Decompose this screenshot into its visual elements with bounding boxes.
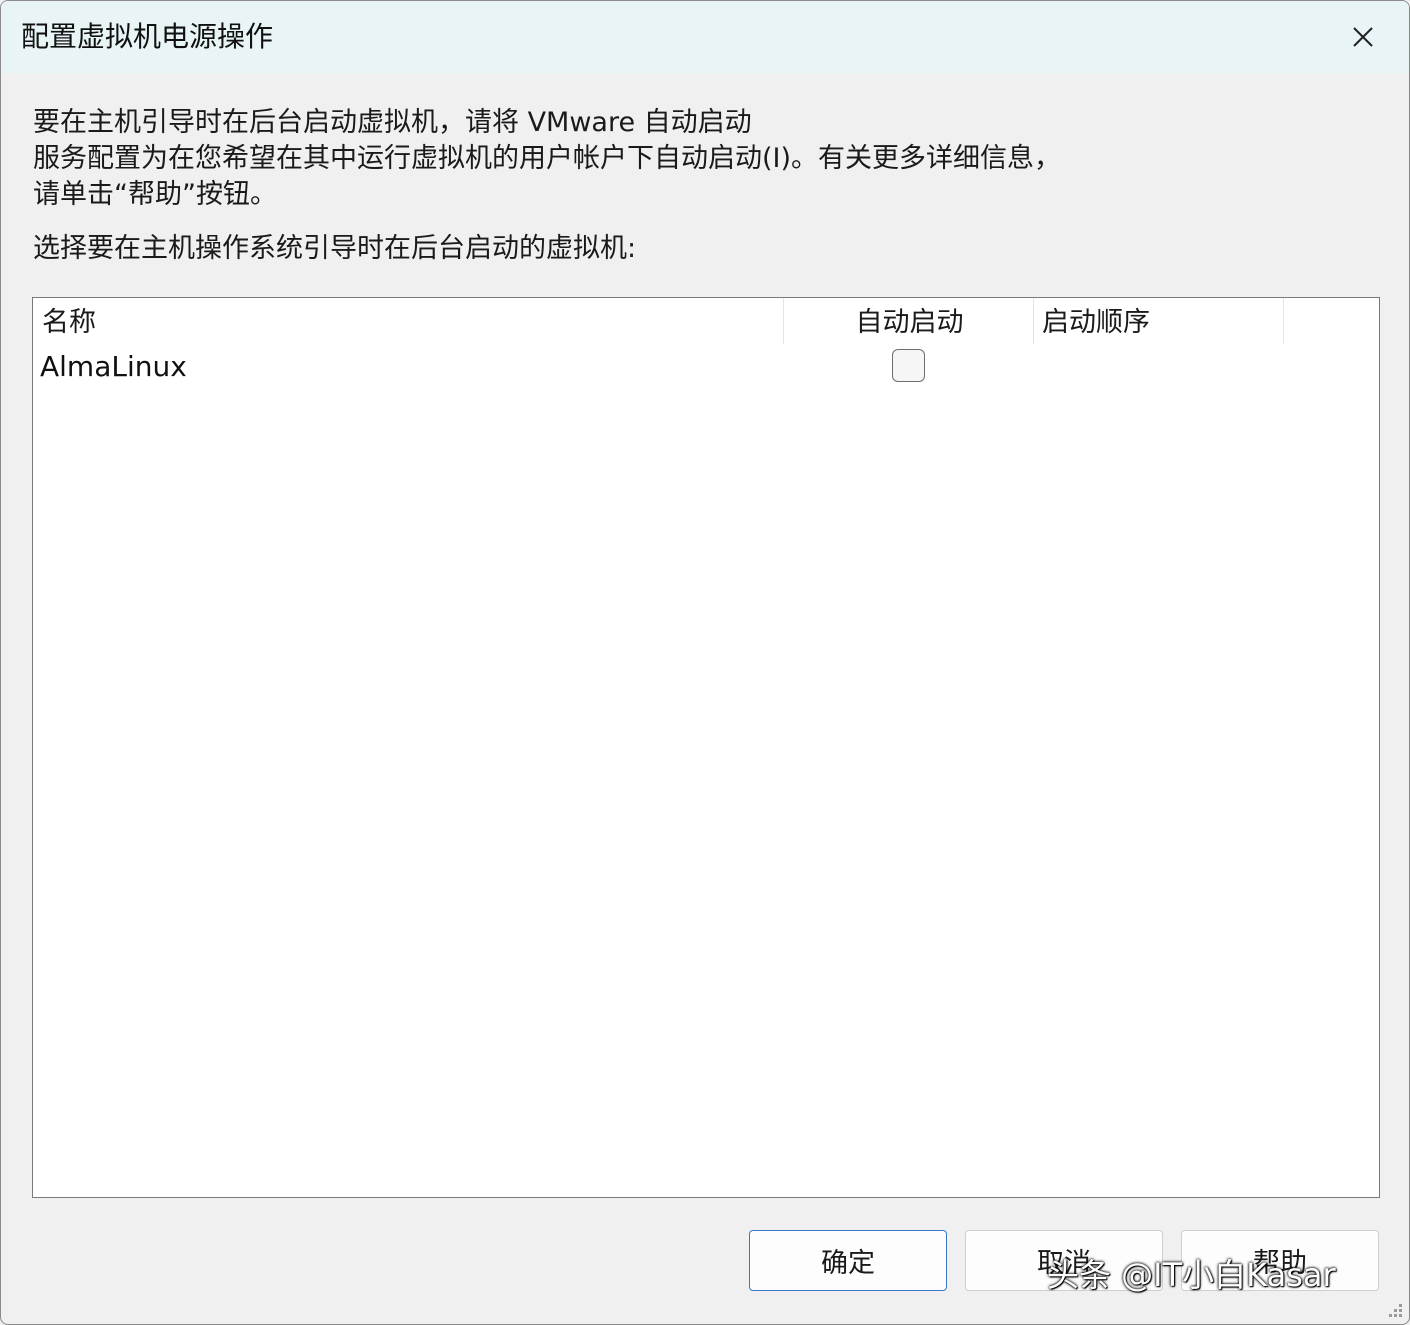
column-header-order[interactable]: 启动顺序 (1034, 298, 1284, 344)
title-bar[interactable]: 配置虚拟机电源操作 (1, 1, 1409, 73)
description-line: 要在主机引导时在后台启动虚拟机，请将 VMware 自动启动 (33, 107, 752, 138)
close-button[interactable] (1335, 15, 1391, 59)
help-button[interactable]: 帮助 (1181, 1230, 1379, 1291)
column-header-name[interactable]: 名称 (33, 298, 784, 344)
dialog-window: 配置虚拟机电源操作 要在主机引导时在后台启动虚拟机，请将 VMware 自动启动… (0, 0, 1410, 1325)
list-header: 名称 自动启动 启动顺序 (33, 298, 1379, 344)
select-prompt: 选择要在主机操作系统引导时在后台启动的虚拟机: (33, 233, 637, 264)
table-row[interactable]: AlmaLinux (33, 346, 1379, 388)
ok-button[interactable]: 确定 (749, 1230, 947, 1291)
cancel-button[interactable]: 取消 (965, 1230, 1163, 1291)
resize-grip-icon[interactable] (1385, 1300, 1405, 1320)
vm-name: AlmaLinux (40, 350, 187, 383)
description-line: 服务配置为在您希望在其中运行虚拟机的用户帐户下自动启动(I)。有关更多详细信息， (33, 143, 1062, 174)
vm-list[interactable]: 名称 自动启动 启动顺序 AlmaLinux (32, 297, 1380, 1198)
column-header-autostart[interactable]: 自动启动 (784, 298, 1034, 344)
description-line: 请单击“帮助”按钮。 (33, 179, 277, 210)
window-title: 配置虚拟机电源操作 (21, 20, 274, 53)
close-icon (1353, 27, 1373, 47)
description-text: 要在主机引导时在后台启动虚拟机，请将 VMware 自动启动 服务配置为在您希望… (33, 105, 1061, 213)
autostart-checkbox[interactable] (892, 349, 925, 382)
